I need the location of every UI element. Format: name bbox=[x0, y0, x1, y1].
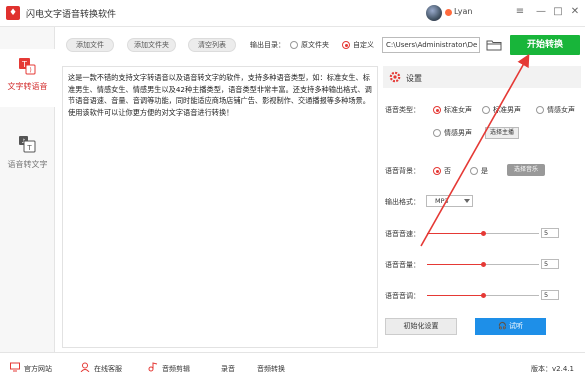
chevron-down-icon bbox=[464, 199, 470, 203]
sidebar: T ) 文字转语音 ♪ T 语音转文字 bbox=[0, 27, 55, 352]
volume-slider-track bbox=[483, 264, 539, 265]
settings-header: 设置 bbox=[383, 66, 581, 88]
listen-button-label: 试听 bbox=[508, 322, 523, 330]
gear-icon bbox=[389, 71, 401, 83]
voice-type-label: 语音类型： bbox=[385, 106, 420, 114]
footer-record[interactable]: 录音 bbox=[221, 364, 235, 374]
voice-emotion-female-label: 情感女声 bbox=[547, 106, 575, 114]
init-settings-button[interactable]: 初始化设置 bbox=[385, 318, 457, 335]
volume-value-input[interactable]: 5 bbox=[541, 259, 559, 269]
sidebar-item-label: 文字转语音 bbox=[7, 82, 48, 91]
footer-official-site[interactable]: 官方网站 bbox=[24, 364, 52, 374]
footer-audio-convert[interactable]: 音频转换 bbox=[257, 364, 285, 374]
output-format-label: 输出格式： bbox=[385, 198, 420, 206]
volume-slider-fill bbox=[427, 264, 483, 265]
pitch-value-input[interactable]: 5 bbox=[541, 290, 559, 300]
choose-anchor-button[interactable]: 选择主播 bbox=[485, 127, 519, 139]
maximize-button[interactable]: □ bbox=[551, 5, 565, 19]
footer-bar: 官方网站 在线客服 音频剪辑 录音 音频转换 版本：v2.4.1 bbox=[0, 352, 585, 379]
pitch-slider-track bbox=[483, 295, 539, 296]
sidebar-item-label: 语音转文字 bbox=[7, 160, 48, 169]
speech-to-text-icon: ♪ T bbox=[19, 136, 36, 153]
folder-icon[interactable] bbox=[486, 39, 502, 51]
pitch-label: 语音音调： bbox=[385, 292, 420, 300]
voice-standard-male-label: 标准男声 bbox=[493, 106, 521, 114]
pitch-slider-fill bbox=[427, 295, 483, 296]
clear-list-button[interactable]: 清空列表 bbox=[188, 38, 236, 52]
output-original-radio[interactable] bbox=[290, 41, 298, 49]
app-logo-icon: ♦ bbox=[6, 6, 20, 20]
headphones-icon: 🎧 bbox=[498, 322, 509, 330]
app-title: 闪电文字语音转换软件 bbox=[26, 10, 117, 20]
background-no-label: 否 bbox=[444, 167, 451, 175]
svg-text:): ) bbox=[29, 67, 31, 74]
choose-music-button[interactable]: 选择音乐 bbox=[507, 164, 545, 176]
output-original-label: 原文件夹 bbox=[301, 41, 329, 49]
voice-emotion-male-radio[interactable] bbox=[433, 129, 441, 137]
settings-title: 设置 bbox=[406, 74, 422, 83]
footer-audio-edit[interactable]: 音频剪辑 bbox=[162, 364, 190, 374]
user-avatar[interactable] bbox=[426, 5, 442, 21]
voice-standard-female-label: 标准女声 bbox=[444, 106, 472, 114]
text-to-speech-icon: T ) bbox=[19, 58, 36, 75]
listen-button[interactable]: 🎧 试听 bbox=[475, 318, 546, 335]
text-input-area[interactable]: 这是一款不错的支持文字转语音以及语音转文字的软件，支持多种语音类型，如：标准女生… bbox=[62, 66, 378, 348]
customer-service-icon bbox=[80, 362, 90, 372]
monitor-icon bbox=[10, 362, 20, 372]
speed-value-input[interactable]: 5 bbox=[541, 228, 559, 238]
background-no-radio[interactable] bbox=[433, 167, 441, 175]
add-folder-button[interactable]: 添加文件夹 bbox=[127, 38, 176, 52]
speed-slider-fill bbox=[427, 233, 483, 234]
sidebar-item-speech-to-text[interactable]: ♪ T 语音转文字 bbox=[0, 127, 55, 185]
vip-badge-icon bbox=[445, 9, 452, 16]
speed-slider-track bbox=[483, 233, 539, 234]
sidebar-item-text-to-speech[interactable]: T ) 文字转语音 bbox=[0, 49, 55, 107]
title-bar: ♦ 闪电文字语音转换软件 Lyan ≡ — □ ✕ bbox=[0, 0, 585, 27]
output-custom-label: 自定义 bbox=[353, 41, 374, 49]
svg-text:T: T bbox=[26, 144, 32, 152]
menu-icon[interactable]: ≡ bbox=[513, 5, 527, 19]
minimize-button[interactable]: — bbox=[534, 5, 548, 19]
add-file-button[interactable]: 添加文件 bbox=[66, 38, 114, 52]
footer-online-support[interactable]: 在线客服 bbox=[94, 364, 122, 374]
speed-label: 语音音速： bbox=[385, 230, 420, 238]
user-name[interactable]: Lyan bbox=[454, 7, 472, 16]
voice-emotion-female-radio[interactable] bbox=[536, 106, 544, 114]
start-convert-button[interactable]: 开始转换 bbox=[510, 35, 580, 55]
output-custom-radio[interactable] bbox=[342, 41, 350, 49]
voice-standard-male-radio[interactable] bbox=[482, 106, 490, 114]
voice-standard-female-radio[interactable] bbox=[433, 106, 441, 114]
close-button[interactable]: ✕ bbox=[568, 5, 582, 19]
output-path-input[interactable]: C:\Users\Administrator\De bbox=[382, 37, 480, 53]
volume-label: 语音音量： bbox=[385, 261, 420, 269]
background-yes-label: 是 bbox=[481, 167, 488, 175]
audio-edit-icon bbox=[148, 362, 158, 372]
voice-emotion-male-label: 情感男声 bbox=[444, 129, 472, 137]
version-label: 版本：v2.4.1 bbox=[531, 365, 574, 373]
speed-slider-handle[interactable] bbox=[481, 231, 486, 236]
background-label: 语音背景： bbox=[385, 167, 420, 175]
background-yes-radio[interactable] bbox=[470, 167, 478, 175]
output-dir-label: 输出目录： bbox=[250, 41, 285, 49]
pitch-slider-handle[interactable] bbox=[481, 293, 486, 298]
volume-slider-handle[interactable] bbox=[481, 262, 486, 267]
